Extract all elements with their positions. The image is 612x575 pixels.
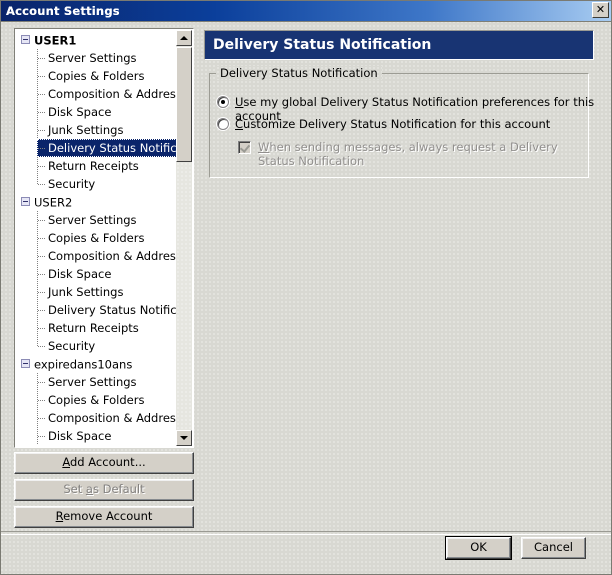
cancel-button[interactable]: Cancel <box>521 537 586 559</box>
checkbox-label-request-dsn: When sending messages, always request a … <box>258 140 568 168</box>
tree-node-label: Composition & Addressing <box>48 411 178 425</box>
panel-header: Delivery Status Notification <box>204 30 594 60</box>
tree-setting-node[interactable]: Junk Settings <box>15 283 178 301</box>
tree-account-node[interactable]: USER1 <box>15 31 178 49</box>
tree-node-label: Composition & Addressing <box>48 249 178 263</box>
accounts-tree-panel[interactable]: USER1 Server Settings Copies & Folders Comp… <box>14 28 194 448</box>
radio-customize[interactable]: Customize Delivery Status Notification f… <box>217 117 550 131</box>
tree-node-label: Disk Space <box>48 267 112 281</box>
tree-account-node[interactable]: expiredans10ans <box>15 355 178 373</box>
account-settings-dialog: Account Settings ✕ USER1 Server Settings C… <box>0 0 612 575</box>
tree-node-label: expiredans10ans <box>34 357 133 372</box>
tree-collapse-icon[interactable] <box>21 197 30 206</box>
tree-node-label: USER2 <box>34 195 73 210</box>
footer-separator <box>0 531 612 535</box>
tree-setting-node[interactable]: Return Receipts <box>15 319 178 337</box>
accounts-tree[interactable]: USER1 Server Settings Copies & Folders Comp… <box>15 29 178 447</box>
checkbox-indicator-request-dsn[interactable] <box>238 141 251 154</box>
tree-setting-node[interactable]: Server Settings <box>15 49 178 67</box>
tree-setting-node[interactable]: Security <box>15 175 178 193</box>
tree-setting-node[interactable]: Server Settings <box>15 373 178 391</box>
tree-setting-node[interactable]: Composition & Addressing <box>15 85 178 103</box>
scroll-up-icon[interactable] <box>176 30 192 46</box>
title-bar[interactable]: Account Settings ✕ <box>0 0 612 22</box>
tree-setting-node[interactable]: Delivery Status Notifica... <box>15 301 178 319</box>
tree-collapse-icon[interactable] <box>21 359 30 368</box>
set-as-default-button[interactable]: Set as Default <box>14 479 194 501</box>
tree-setting-node[interactable]: Copies & Folders <box>15 391 178 409</box>
tree-node-label: Copies & Folders <box>48 69 145 83</box>
tree-node-label: Composition & Addressing <box>48 87 178 101</box>
tree-setting-node[interactable]: Composition & Addressing <box>15 247 178 265</box>
tree-node-label: Return Receipts <box>48 321 139 335</box>
tree-node-label: Copies & Folders <box>48 393 145 407</box>
tree-node-label: Server Settings <box>48 375 137 389</box>
tree-setting-node[interactable]: Copies & Folders <box>15 229 178 247</box>
tree-node-label: Disk Space <box>48 105 112 119</box>
radio-indicator-use-global[interactable] <box>217 96 229 108</box>
radio-indicator-customize[interactable] <box>217 118 229 130</box>
tree-node-label: Security <box>48 177 96 191</box>
ok-button[interactable]: OK <box>445 536 512 560</box>
window-title: Account Settings <box>6 3 120 18</box>
tree-scrollbar[interactable] <box>176 30 192 446</box>
tree-node-label: Delivery Status Notifica... <box>37 139 178 157</box>
add-account-label: Add Account... <box>62 455 146 470</box>
scrollbar-thumb[interactable] <box>176 47 192 162</box>
tree-node-label: Copies & Folders <box>48 231 145 245</box>
tree-setting-node[interactable]: Disk Space <box>15 427 178 445</box>
ok-label: OK <box>470 540 487 555</box>
panel-title: Delivery Status Notification <box>213 37 432 53</box>
checkbox-request-dsn[interactable]: When sending messages, always request a … <box>238 140 568 168</box>
tree-node-label: USER1 <box>34 33 77 48</box>
tree-node-label: Server Settings <box>48 51 137 65</box>
remove-account-label: Remove Account <box>55 509 153 524</box>
tree-setting-node[interactable]: Delivery Status Notifica... <box>15 139 178 157</box>
tree-node-label: Server Settings <box>48 213 137 227</box>
tree-node-label: Junk Settings <box>48 123 124 137</box>
tree-node-label: Return Receipts <box>48 159 139 173</box>
close-icon[interactable]: ✕ <box>592 2 609 18</box>
scroll-down-icon[interactable] <box>176 430 192 446</box>
tree-setting-node[interactable]: Composition & Addressing <box>15 409 178 427</box>
set-as-default-label: Set as Default <box>63 482 145 497</box>
tree-node-label: Disk Space <box>48 429 112 443</box>
tree-setting-node[interactable]: Disk Space <box>15 265 178 283</box>
radio-text-customize: ustomize Delivery Status Notification fo… <box>243 117 551 131</box>
tree-node-label: Delivery Status Notifica... <box>48 303 178 317</box>
tree-collapse-icon[interactable] <box>21 35 30 44</box>
tree-setting-node[interactable]: Disk Space <box>15 103 178 121</box>
tree-setting-node[interactable]: Return Receipts <box>15 157 178 175</box>
tree-setting-node[interactable]: Server Settings <box>15 211 178 229</box>
accel-c: C <box>235 117 244 131</box>
radio-label-customize: Customize Delivery Status Notification f… <box>235 117 550 131</box>
tree-setting-node[interactable]: Security <box>15 337 178 355</box>
tree-setting-node[interactable]: Junk Settings <box>15 121 178 139</box>
tree-setting-node[interactable]: Copies & Folders <box>15 67 178 85</box>
tree-account-node[interactable]: USER2 <box>15 193 178 211</box>
tree-node-label: Junk Settings <box>48 285 124 299</box>
cancel-label: Cancel <box>534 540 573 555</box>
remove-account-button[interactable]: Remove Account <box>14 506 194 528</box>
add-account-button[interactable]: Add Account... <box>14 452 194 474</box>
groupbox-legend: Delivery Status Notification <box>216 66 382 80</box>
checkbox-text-request-dsn: hen sending messages, always request a D… <box>258 140 558 168</box>
tree-node-label: Security <box>48 339 96 353</box>
accel-w: W <box>258 140 270 154</box>
